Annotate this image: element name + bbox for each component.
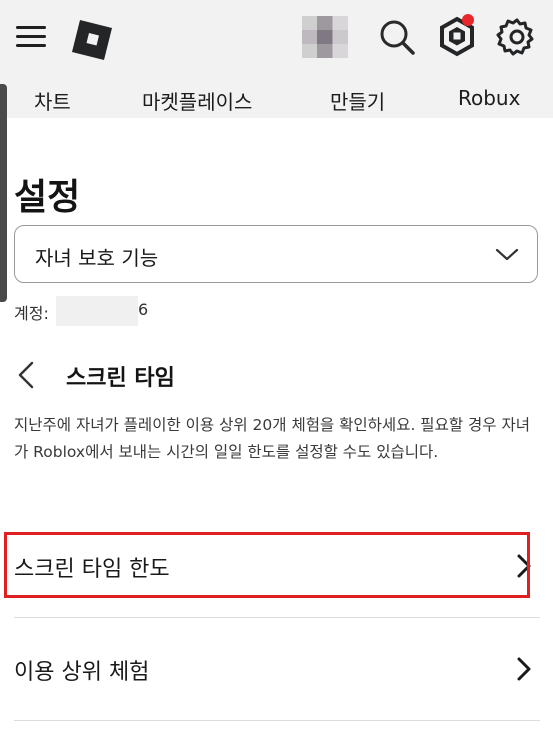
highlight-box <box>4 532 530 598</box>
nav-item-marketplace[interactable]: 마켓플레이스 <box>142 86 252 115</box>
search-icon[interactable] <box>376 16 418 58</box>
account-name-redacted <box>56 296 138 326</box>
avatar[interactable] <box>302 16 348 58</box>
nav-item-charts[interactable]: 차트 <box>34 86 71 115</box>
settings-category-dropdown[interactable]: 자녀 보호 기능 <box>14 225 538 283</box>
top-nav: 차트 마켓플레이스 만들기 Robux <box>0 78 553 118</box>
chevron-down-icon <box>495 248 519 261</box>
gear-icon[interactable] <box>496 16 538 58</box>
roblox-logo-icon[interactable] <box>70 18 114 62</box>
dropdown-selected-value: 자녀 보호 기능 <box>35 246 159 270</box>
nav-item-robux[interactable]: Robux <box>458 86 520 110</box>
nav-item-create[interactable]: 만들기 <box>330 86 385 115</box>
page-title: 설정 <box>14 177 81 218</box>
top-experiences-row[interactable]: 이용 상위 체험 <box>14 638 538 698</box>
account-label: 계정: <box>14 304 49 323</box>
hamburger-menu-icon[interactable] <box>16 26 46 50</box>
notification-dot <box>462 14 474 26</box>
back-chevron-icon[interactable] <box>14 360 40 390</box>
scroll-indicator[interactable] <box>0 84 7 302</box>
section-description: 지난주에 자녀가 플레이한 이용 상위 20개 체험을 확인하세요. 필요할 경… <box>14 416 530 461</box>
divider <box>14 720 540 721</box>
chevron-right-icon <box>517 657 531 681</box>
divider <box>14 617 540 618</box>
row-label: 이용 상위 체험 <box>14 660 150 685</box>
account-suffix: 6 <box>138 300 149 319</box>
section-title: 스크린 타임 <box>66 366 175 391</box>
